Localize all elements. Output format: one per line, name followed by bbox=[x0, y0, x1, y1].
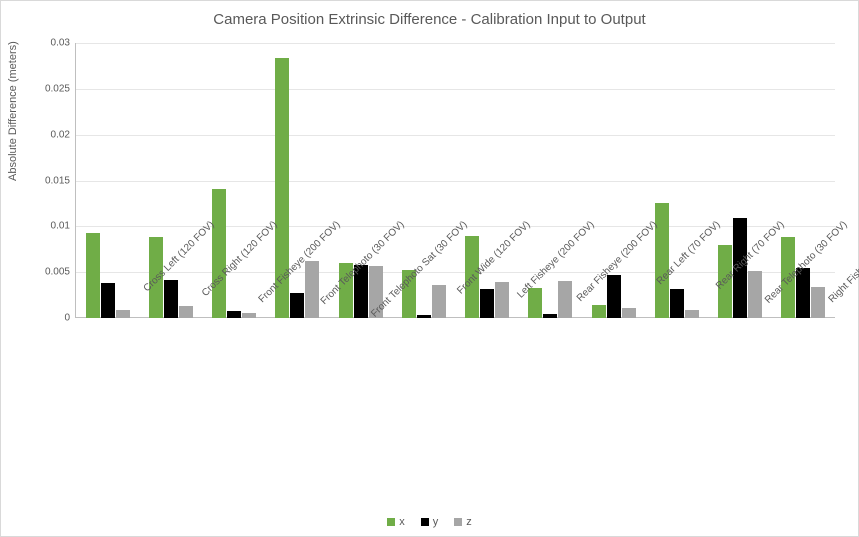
legend-swatch-z bbox=[454, 518, 462, 526]
x-label-cell: Front Fisheye (200 FOV) bbox=[202, 321, 265, 451]
legend-item-y: y bbox=[421, 516, 439, 528]
bar-group bbox=[772, 43, 835, 318]
y-tick-label: 0.03 bbox=[51, 38, 70, 49]
x-label-cell: Rear Right (70 FOV) bbox=[645, 321, 708, 451]
x-label-cell: Cross Left (120 FOV) bbox=[75, 321, 138, 451]
x-label-cell: Cross Right (120 FOV) bbox=[138, 321, 201, 451]
bar-y bbox=[101, 283, 115, 318]
legend-item-z: z bbox=[454, 516, 472, 528]
y-tick-label: 0.01 bbox=[51, 221, 70, 232]
bar-group bbox=[329, 43, 392, 318]
legend-item-x: x bbox=[387, 516, 405, 528]
bar-group bbox=[266, 43, 329, 318]
legend-swatch-x bbox=[387, 518, 395, 526]
bar-x bbox=[592, 305, 606, 318]
bar-group bbox=[582, 43, 645, 318]
y-tick-label: 0.015 bbox=[45, 175, 70, 186]
legend-label-y: y bbox=[433, 516, 439, 528]
bar-group bbox=[519, 43, 582, 318]
bar-group bbox=[645, 43, 708, 318]
x-axis-labels: Cross Left (120 FOV)Cross Right (120 FOV… bbox=[75, 321, 835, 451]
x-label-cell: Left Fisheye (200 FOV) bbox=[455, 321, 518, 451]
bar-x bbox=[655, 203, 669, 318]
x-label-cell: Rear Left (70 FOV) bbox=[582, 321, 645, 451]
y-tick-label: 0.02 bbox=[51, 129, 70, 140]
bar-group bbox=[76, 43, 139, 318]
bar-group bbox=[139, 43, 202, 318]
bar-group bbox=[709, 43, 772, 318]
x-label-cell: Rear Fisheye (200 FOV) bbox=[518, 321, 581, 451]
x-label-cell: Front Telephoto (30 FOV) bbox=[265, 321, 328, 451]
legend-label-x: x bbox=[399, 516, 405, 528]
y-axis-label: Absolute Difference (meters) bbox=[7, 41, 19, 181]
bar-group bbox=[203, 43, 266, 318]
y-tick-label: 0.005 bbox=[45, 267, 70, 278]
y-tick-label: 0 bbox=[64, 313, 70, 324]
x-label-cell: Front Wide (120 FOV) bbox=[392, 321, 455, 451]
x-label-cell: Right Fisheye (200 FOV) bbox=[772, 321, 835, 451]
bar-x bbox=[86, 233, 100, 318]
chart-title: Camera Position Extrinsic Difference - C… bbox=[1, 11, 858, 28]
x-label-cell: Rear Telephoto (30 FOV) bbox=[708, 321, 771, 451]
bar-y bbox=[670, 289, 684, 318]
legend-swatch-y bbox=[421, 518, 429, 526]
bar-y bbox=[164, 280, 178, 319]
bar-group bbox=[392, 43, 455, 318]
bar-y bbox=[607, 275, 621, 318]
bar-y bbox=[480, 289, 494, 318]
bar-x bbox=[212, 189, 226, 318]
x-label-cell: Front Telephoto Sat (30 FOV) bbox=[328, 321, 391, 451]
legend-label-z: z bbox=[466, 516, 472, 528]
legend: x y z bbox=[1, 516, 858, 528]
bar-group bbox=[456, 43, 519, 318]
y-tick-label: 0.025 bbox=[45, 83, 70, 94]
